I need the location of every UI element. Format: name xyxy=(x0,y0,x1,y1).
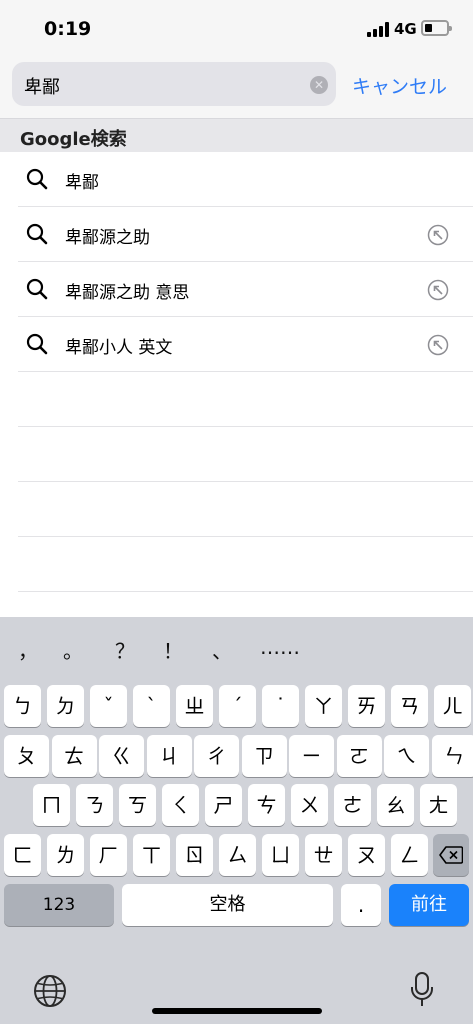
fill-search-arrow-icon[interactable] xyxy=(427,279,449,301)
key-row3-6[interactable]: ㄨ xyxy=(291,784,328,826)
empty-row xyxy=(18,482,473,537)
key-row3-7[interactable]: ㄜ xyxy=(334,784,371,826)
status-bar: 0:19 4G xyxy=(0,0,473,58)
key-row2-1[interactable]: ㄊ xyxy=(51,735,97,777)
suggestion-label: 卑鄙源之助 意思 xyxy=(65,283,190,303)
globe-icon[interactable] xyxy=(33,974,67,1008)
go-button[interactable]: 前往 xyxy=(389,884,469,926)
key-row1-6[interactable]: ˙ xyxy=(262,685,299,727)
suggestion-label: 卑鄙 xyxy=(65,173,99,193)
suggestion-row[interactable]: 卑鄙源之助 xyxy=(18,207,473,262)
status-time: 0:19 xyxy=(44,18,92,40)
keyboard: ， 。 ？ ！ 、 …… ㄅㄉ ˇ ˋ ㄓ ˊ ˙ ㄚㄞㄢㄦㄆㄊㄍㄐㄔㄗㄧㄛㄟㄣㄇㄋㄎㄑㄕㄘ… xyxy=(0,617,473,1024)
key-row2-3[interactable]: ㄐ xyxy=(146,735,192,777)
key-row2-4[interactable]: ㄔ xyxy=(194,735,239,777)
search-icon xyxy=(26,333,48,355)
punct-key[interactable]: ？ xyxy=(115,635,135,664)
microphone-icon[interactable] xyxy=(410,972,434,1008)
search-icon xyxy=(26,223,48,245)
key-row1-2[interactable]: ˇ xyxy=(90,685,127,727)
key-row3-1[interactable]: ㄋ xyxy=(76,784,113,826)
key-row4-8[interactable]: ㄡ xyxy=(348,834,385,876)
key-row1-4[interactable]: ㄓ xyxy=(176,685,213,727)
key-row2-9[interactable]: ㄣ xyxy=(431,735,473,777)
search-input[interactable]: 卑鄙 ✕ xyxy=(12,62,336,106)
empty-row xyxy=(18,427,473,482)
suggestion-row[interactable]: 卑鄙 xyxy=(18,152,473,207)
key-row4-7[interactable]: ㄝ xyxy=(305,834,342,876)
empty-row xyxy=(18,372,473,427)
punctuation-bar: ， 。 ？ ！ 、 …… xyxy=(0,629,473,669)
suggestion-label: 卑鄙小人 英文 xyxy=(65,338,173,358)
key-row1-9[interactable]: ㄢ xyxy=(391,685,428,727)
key-row3-9[interactable]: ㄤ xyxy=(420,784,457,826)
key-row2-6[interactable]: ㄧ xyxy=(289,735,334,777)
fill-search-arrow-icon[interactable] xyxy=(427,334,449,356)
punct-key[interactable]: 、 xyxy=(212,635,232,664)
key-row4-4[interactable]: ㄖ xyxy=(176,834,213,876)
cellular-signal-icon xyxy=(367,22,389,37)
key-row1-10[interactable]: ㄦ xyxy=(434,685,471,727)
battery-icon xyxy=(421,20,452,36)
suggestion-row[interactable]: 卑鄙小人 英文 xyxy=(18,317,473,372)
home-indicator xyxy=(152,1008,322,1014)
key-row1-3[interactable]: ˋ xyxy=(133,685,170,727)
suggestion-label: 卑鄙源之助 xyxy=(65,228,150,248)
key-row3-5[interactable]: ㄘ xyxy=(248,784,285,826)
punct-key[interactable]: 。 xyxy=(63,635,83,664)
suggestion-row[interactable]: 卑鄙源之助 意思 xyxy=(18,262,473,317)
key-row3-0[interactable]: ㄇ xyxy=(33,784,70,826)
key-row4-0[interactable]: ㄈ xyxy=(4,834,41,876)
key-row2-7[interactable]: ㄛ xyxy=(336,735,382,777)
backspace-key[interactable] xyxy=(433,834,469,876)
search-header: 卑鄙 ✕ キャンセル xyxy=(0,58,473,118)
key-row2-5[interactable]: ㄗ xyxy=(241,735,287,777)
key-row3-8[interactable]: ㄠ xyxy=(377,784,414,826)
key-row1-8[interactable]: ㄞ xyxy=(348,685,385,727)
search-icon xyxy=(26,278,48,300)
network-type: 4G xyxy=(394,20,417,38)
cancel-button[interactable]: キャンセル xyxy=(352,72,447,99)
search-icon xyxy=(26,168,48,190)
key-row3-2[interactable]: ㄎ xyxy=(119,784,156,826)
key-row4-5[interactable]: ㄙ xyxy=(219,834,256,876)
numbers-key[interactable]: 123 xyxy=(4,884,114,926)
key-row1-0[interactable]: ㄅ xyxy=(4,685,41,727)
punct-key[interactable]: ， xyxy=(18,635,38,664)
key-row1-7[interactable]: ㄚ xyxy=(305,685,342,727)
period-key[interactable]: . xyxy=(341,884,381,926)
space-key[interactable]: 空格 xyxy=(122,884,333,926)
key-row4-6[interactable]: ㄩ xyxy=(262,834,299,876)
key-row3-3[interactable]: ㄑ xyxy=(162,784,199,826)
punct-key[interactable]: …… xyxy=(260,635,300,659)
fill-search-arrow-icon[interactable] xyxy=(427,224,449,246)
section-title: Google検索 xyxy=(20,129,127,150)
punct-key[interactable]: ！ xyxy=(163,635,183,664)
section-header: Google検索 xyxy=(0,118,473,152)
backspace-icon xyxy=(439,846,464,864)
clear-search-icon[interactable]: ✕ xyxy=(310,76,328,94)
key-row4-9[interactable]: ㄥ xyxy=(391,834,428,876)
key-row1-5[interactable]: ˊ xyxy=(219,685,256,727)
key-row4-3[interactable]: ㄒ xyxy=(133,834,170,876)
key-row4-1[interactable]: ㄌ xyxy=(47,834,84,876)
key-row4-2[interactable]: ㄏ xyxy=(90,834,127,876)
key-row2-2[interactable]: ㄍ xyxy=(99,735,144,777)
key-row1-1[interactable]: ㄉ xyxy=(47,685,84,727)
search-query-text: 卑鄙 xyxy=(24,77,60,98)
key-row2-8[interactable]: ㄟ xyxy=(384,735,429,777)
key-row2-0[interactable]: ㄆ xyxy=(4,735,49,777)
key-row3-4[interactable]: ㄕ xyxy=(205,784,242,826)
empty-row xyxy=(18,537,473,592)
suggestion-list: 卑鄙 卑鄙源之助 卑鄙源之助 意思 卑鄙小人 英文 xyxy=(0,152,473,592)
